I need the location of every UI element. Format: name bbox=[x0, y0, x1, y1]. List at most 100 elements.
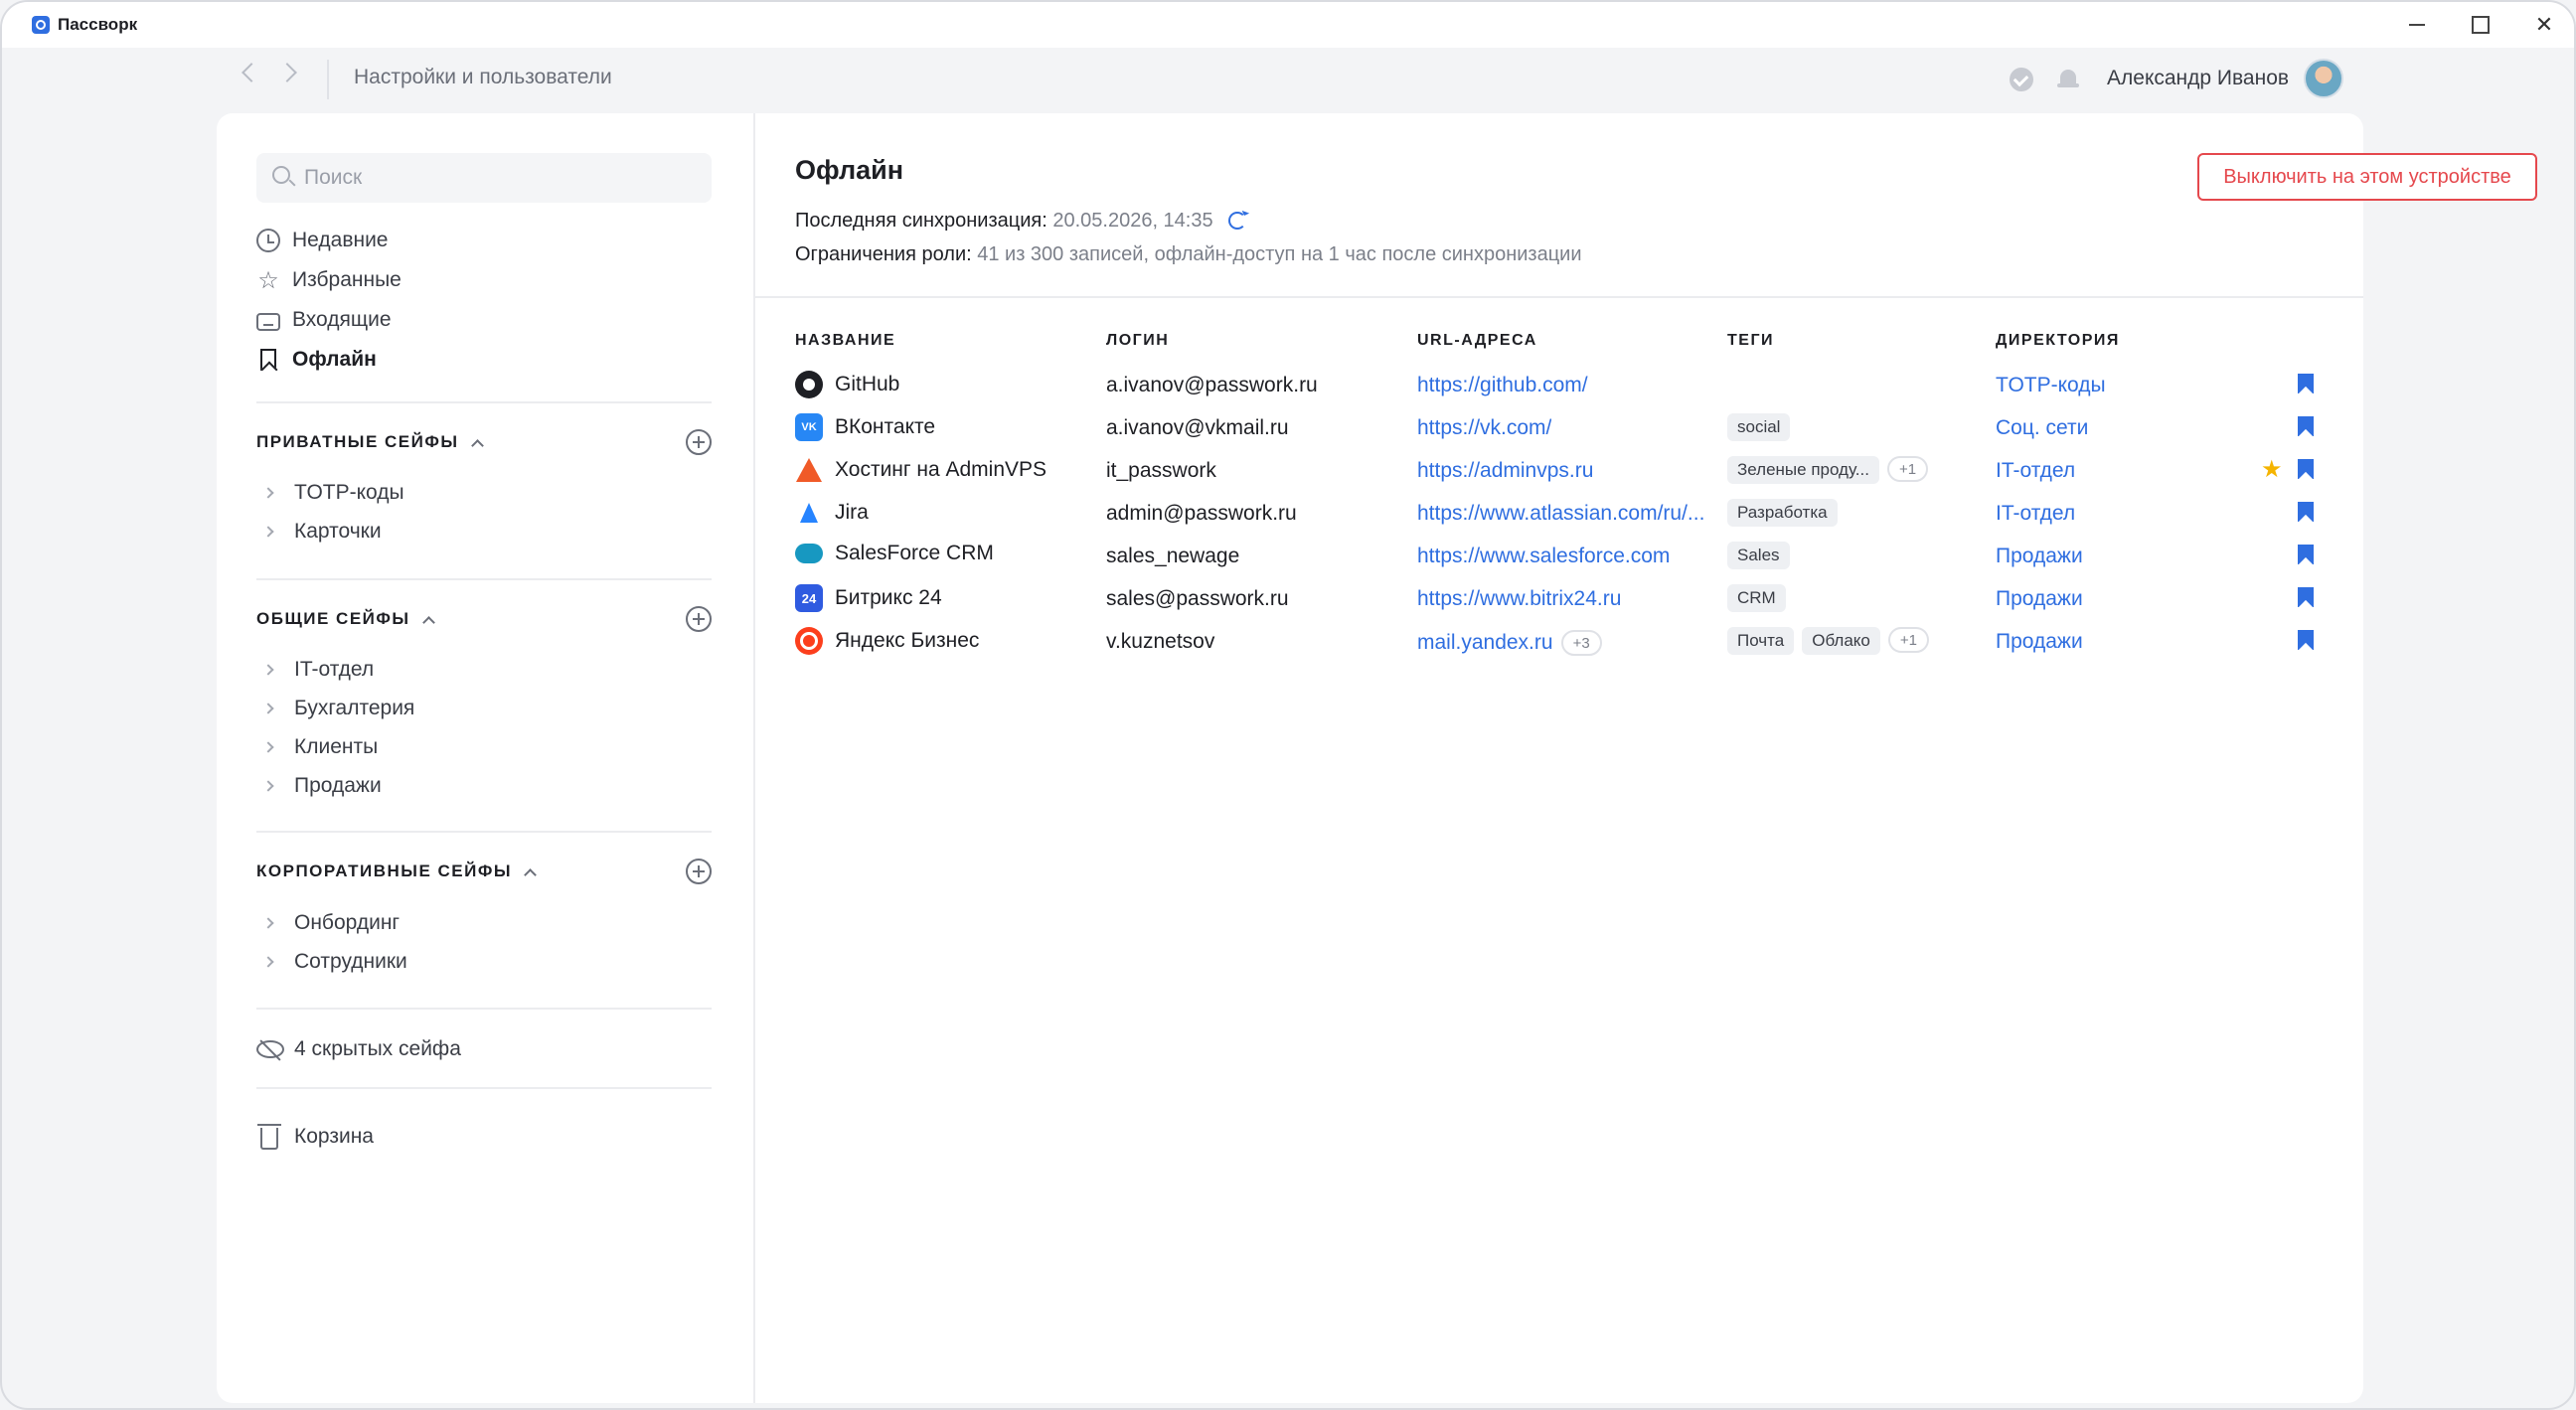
search-box[interactable] bbox=[256, 153, 712, 203]
vault-item[interactable]: Продажи bbox=[256, 766, 712, 805]
vault-item[interactable]: Сотрудники bbox=[256, 942, 712, 981]
column-header-tags[interactable]: ТЕГИ bbox=[1727, 332, 1774, 350]
record-name[interactable]: Jira bbox=[795, 499, 869, 527]
maximize-button[interactable] bbox=[2451, 8, 2510, 42]
table-row[interactable]: Битрикс 24 sales@passwork.ru https://www… bbox=[795, 577, 2326, 620]
table-row[interactable]: SalesForce CRM sales_newage https://www.… bbox=[795, 535, 2326, 577]
record-url-link[interactable]: https://adminvps.ru bbox=[1417, 459, 1593, 483]
chevron-up-icon[interactable] bbox=[421, 615, 435, 629]
record-url-link[interactable]: https://github.com/ bbox=[1417, 374, 1588, 397]
table-row[interactable]: Хостинг на AdminVPS it_passwork https://… bbox=[795, 449, 2326, 492]
private-vaults-header[interactable]: ПРИВАТНЫЕ СЕЙФЫ bbox=[256, 427, 712, 457]
tag-chip[interactable]: Почта bbox=[1727, 627, 1795, 655]
sidebar-item-offline[interactable]: Офлайн bbox=[256, 340, 712, 380]
favorite-star-icon[interactable]: ★ bbox=[2261, 455, 2283, 483]
record-url-link[interactable]: https://vk.com/ bbox=[1417, 416, 1551, 440]
record-directory[interactable]: Соц. сети bbox=[1996, 416, 2088, 440]
record-directory[interactable]: Продажи bbox=[1996, 587, 2083, 611]
vault-item[interactable]: IT-отдел bbox=[256, 650, 712, 689]
record-url[interactable]: https://adminvps.ru bbox=[1417, 459, 1593, 483]
offline-bookmark-icon[interactable] bbox=[2298, 416, 2314, 436]
record-login[interactable]: a.ivanov@vkmail.ru bbox=[1106, 416, 1289, 440]
offline-bookmark-icon[interactable] bbox=[2298, 630, 2314, 650]
record-login[interactable]: admin@passwork.ru bbox=[1106, 502, 1297, 526]
forward-arrow-icon[interactable] bbox=[277, 63, 297, 82]
record-directory[interactable]: IT-отдел bbox=[1996, 459, 2075, 483]
more-urls-badge[interactable]: +3 bbox=[1560, 630, 1602, 656]
record-url[interactable]: mail.yandex.ru +3 bbox=[1417, 630, 1602, 656]
record-url[interactable]: https://github.com/ bbox=[1417, 374, 1588, 397]
record-url[interactable]: https://www.bitrix24.ru bbox=[1417, 587, 1621, 611]
record-name[interactable]: Яндекс Бизнес bbox=[795, 627, 979, 655]
refresh-icon[interactable] bbox=[1228, 212, 1247, 230]
record-login[interactable]: sales_newage bbox=[1106, 545, 1239, 568]
table-row[interactable]: Jira admin@passwork.ru https://www.atlas… bbox=[795, 492, 2326, 535]
record-url[interactable]: https://vk.com/ bbox=[1417, 416, 1551, 440]
sidebar-item-inbox[interactable]: Входящие bbox=[256, 300, 712, 340]
sync-status-icon[interactable] bbox=[2010, 68, 2033, 91]
column-header-login[interactable]: ЛОГИН bbox=[1106, 332, 1169, 350]
tag-chip[interactable]: Зеленые проду... bbox=[1727, 456, 1879, 484]
record-login[interactable]: a.ivanov@passwork.ru bbox=[1106, 374, 1318, 397]
column-header-name[interactable]: НАЗВАНИЕ bbox=[795, 332, 895, 350]
add-corporate-vault-button[interactable] bbox=[686, 859, 712, 884]
minimize-button[interactable] bbox=[2387, 8, 2447, 42]
chevron-up-icon[interactable] bbox=[524, 867, 537, 881]
record-url[interactable]: https://www.salesforce.com bbox=[1417, 545, 1670, 568]
record-url-link[interactable]: https://www.atlassian.com/ru/... bbox=[1417, 502, 1704, 526]
column-header-url[interactable]: URL-АДРЕСА bbox=[1417, 332, 1537, 350]
record-directory[interactable]: TOTP-коды bbox=[1996, 374, 2106, 397]
offline-bookmark-icon[interactable] bbox=[2298, 374, 2314, 393]
record-url[interactable]: https://www.atlassian.com/ru/... bbox=[1417, 502, 1704, 526]
table-row[interactable]: GitHub a.ivanov@passwork.ru https://gith… bbox=[795, 364, 2326, 406]
record-name[interactable]: Битрикс 24 bbox=[795, 584, 942, 612]
corporate-vaults-header[interactable]: КОРПОРАТИВНЫЕ СЕЙФЫ bbox=[256, 857, 712, 886]
vault-item[interactable]: Онбординг bbox=[256, 903, 712, 942]
table-row[interactable]: ВКонтакте a.ivanov@vkmail.ru https://vk.… bbox=[795, 406, 2326, 449]
record-name[interactable]: Хостинг на AdminVPS bbox=[795, 456, 1046, 484]
column-header-directory[interactable]: ДИРЕКТОРИЯ bbox=[1996, 332, 2120, 350]
table-row[interactable]: Яндекс Бизнес v.kuznetsov mail.yandex.ru… bbox=[795, 620, 2326, 663]
breadcrumb[interactable]: Настройки и пользователи bbox=[354, 66, 612, 89]
vault-item[interactable]: Бухгалтерия bbox=[256, 689, 712, 727]
record-directory[interactable]: IT-отдел bbox=[1996, 502, 2075, 526]
record-name[interactable]: ВКонтакте bbox=[795, 413, 935, 441]
back-arrow-icon[interactable] bbox=[242, 63, 261, 82]
tag-chip[interactable]: Разработка bbox=[1727, 499, 1838, 527]
tag-chip[interactable]: CRM bbox=[1727, 584, 1786, 612]
offline-bookmark-icon[interactable] bbox=[2298, 459, 2314, 479]
offline-bookmark-icon[interactable] bbox=[2298, 502, 2314, 522]
more-tags-badge[interactable]: +1 bbox=[1886, 456, 1929, 482]
record-login[interactable]: v.kuznetsov bbox=[1106, 630, 1214, 654]
shared-vaults-header[interactable]: ОБЩИЕ СЕЙФЫ bbox=[256, 604, 712, 634]
offline-bookmark-icon[interactable] bbox=[2298, 545, 2314, 564]
sidebar-item-favorites[interactable]: ☆ Избранные bbox=[256, 260, 712, 300]
sidebar-item-recent[interactable]: Недавние bbox=[256, 221, 712, 260]
add-shared-vault-button[interactable] bbox=[686, 606, 712, 632]
vault-item[interactable]: Карточки bbox=[256, 512, 712, 550]
add-private-vault-button[interactable] bbox=[686, 429, 712, 455]
avatar[interactable] bbox=[2304, 59, 2343, 98]
record-url-link[interactable]: https://www.bitrix24.ru bbox=[1417, 587, 1621, 611]
trash-link[interactable]: Корзина bbox=[256, 1119, 374, 1155]
vault-item[interactable]: Клиенты bbox=[256, 727, 712, 766]
record-url-link[interactable]: mail.yandex.ru bbox=[1417, 631, 1553, 655]
bell-icon[interactable] bbox=[2057, 68, 2079, 91]
offline-bookmark-icon[interactable] bbox=[2298, 587, 2314, 607]
record-directory[interactable]: Продажи bbox=[1996, 630, 2083, 654]
disable-offline-button[interactable]: Выключить на этом устройстве bbox=[2197, 153, 2537, 201]
chevron-up-icon[interactable] bbox=[470, 438, 484, 452]
more-tags-badge[interactable]: +1 bbox=[1887, 627, 1929, 653]
record-url-link[interactable]: https://www.salesforce.com bbox=[1417, 545, 1670, 568]
record-login[interactable]: it_passwork bbox=[1106, 459, 1216, 483]
record-name[interactable]: GitHub bbox=[795, 371, 899, 398]
close-button[interactable]: ✕ bbox=[2514, 8, 2574, 42]
search-input[interactable] bbox=[304, 153, 702, 203]
tag-chip[interactable]: social bbox=[1727, 413, 1791, 441]
record-directory[interactable]: Продажи bbox=[1996, 545, 2083, 568]
user-name[interactable]: Александр Иванов bbox=[2107, 67, 2289, 90]
tag-chip[interactable]: Облако bbox=[1802, 627, 1880, 655]
record-name[interactable]: SalesForce CRM bbox=[795, 542, 994, 565]
hidden-vaults-link[interactable]: 4 скрытых сейфа bbox=[256, 1031, 461, 1067]
tag-chip[interactable]: Sales bbox=[1727, 542, 1790, 569]
